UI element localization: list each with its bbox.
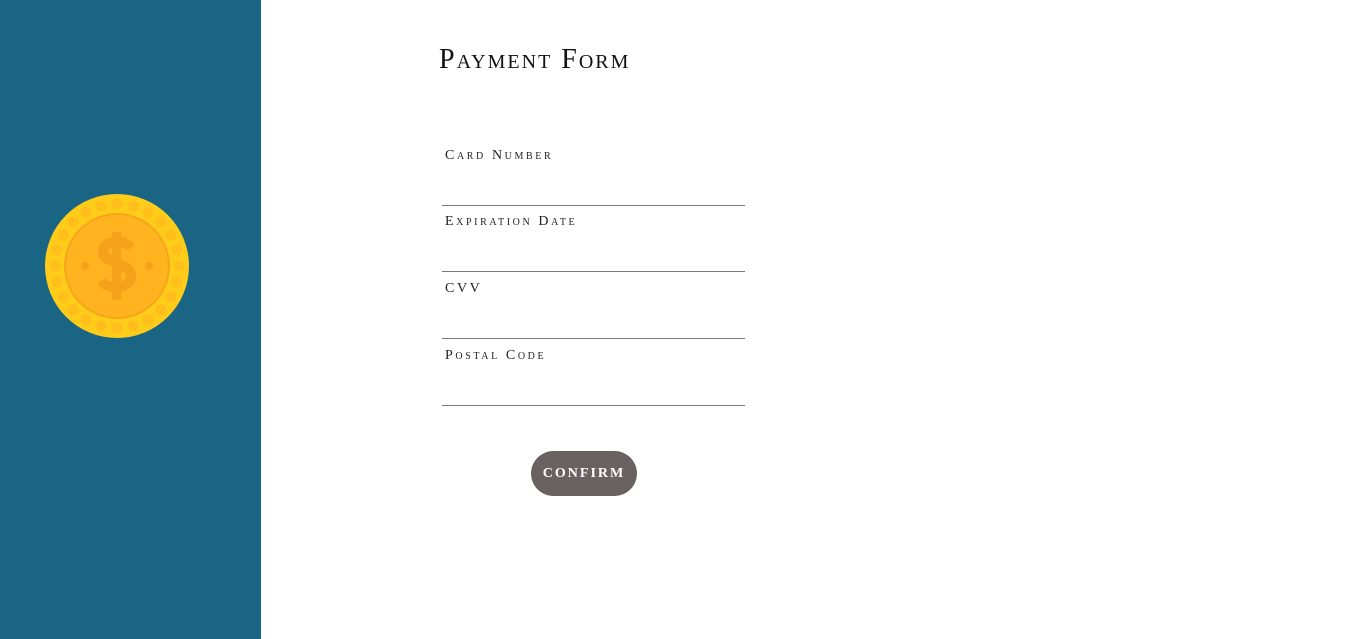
dollar-coin-icon (45, 194, 189, 338)
postal-code-label: Postal Code (445, 348, 547, 363)
cvv-label: CVV (445, 281, 483, 296)
sidebar (0, 0, 261, 639)
card-number-label: Card Number (445, 148, 554, 163)
expiration-date-field: Expiration Date (442, 214, 745, 272)
postal-code-field: Postal Code (442, 348, 745, 406)
expiration-date-input[interactable] (442, 243, 745, 269)
expiration-date-label: Expiration Date (445, 214, 578, 229)
page-title: Payment Form (439, 44, 631, 75)
confirm-button[interactable]: confirm (531, 451, 637, 496)
cvv-input[interactable] (442, 310, 745, 336)
payment-form: Payment Form Card Number Expiration Date… (261, 0, 1350, 639)
cvv-field: CVV (442, 281, 745, 339)
card-number-field: Card Number (442, 148, 745, 206)
postal-code-input[interactable] (442, 377, 745, 403)
card-number-input[interactable] (442, 177, 745, 203)
